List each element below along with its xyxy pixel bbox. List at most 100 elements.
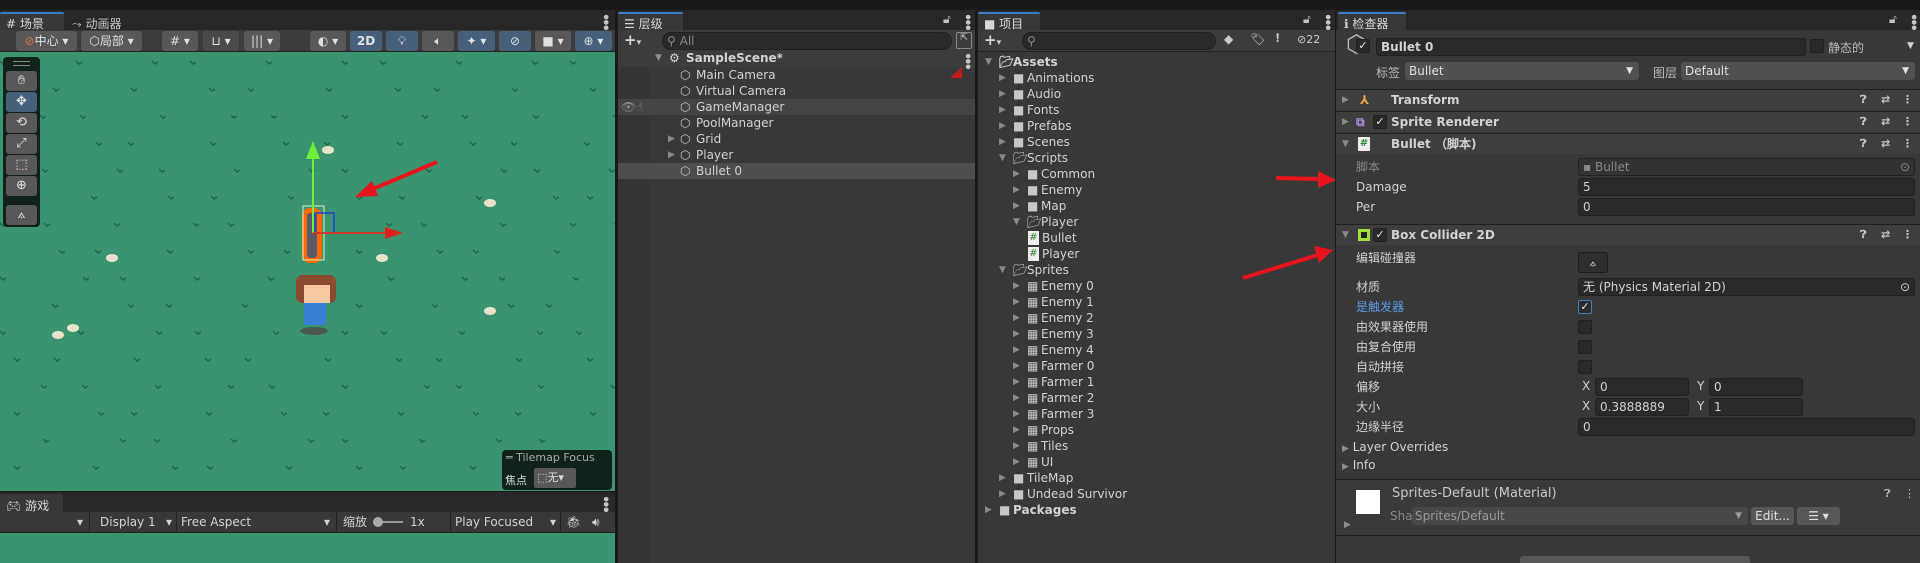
project-item[interactable]: ▶ ▦ Enemy 4 bbox=[978, 342, 1335, 358]
component-menu-icon[interactable]: ⋮ bbox=[1902, 225, 1913, 245]
expand-arrow-icon[interactable]: ▶ bbox=[1013, 342, 1020, 358]
filter-type-button[interactable]: ◆ bbox=[1224, 32, 1233, 46]
help-icon[interactable]: ❓︎ bbox=[1884, 487, 1891, 501]
expand-arrow-icon[interactable]: ▶ bbox=[1013, 390, 1020, 406]
hierarchy-item[interactable]: ▶ ⬡ Player bbox=[618, 147, 975, 163]
object-picker-icon[interactable]: ⊙ bbox=[1900, 279, 1910, 295]
project-item[interactable]: ▼ 📂︎ Scripts bbox=[978, 150, 1335, 166]
expand-arrow-icon[interactable]: ▶ bbox=[1013, 374, 1020, 390]
scale-tool-button[interactable]: ⤢ bbox=[6, 134, 37, 154]
size-x-field[interactable]: 0.3888889 bbox=[1595, 398, 1689, 416]
pickable-hand-icon[interactable]: ☝︎ bbox=[636, 99, 643, 115]
project-item[interactable]: ▶ ▦ Farmer 0 bbox=[978, 358, 1335, 374]
game-view-dropdown[interactable]: ▾ bbox=[0, 512, 90, 532]
tab-inspector[interactable]: ℹ 检查器 bbox=[1338, 12, 1406, 31]
collapse-arrow-icon[interactable]: ▼ bbox=[1013, 214, 1020, 230]
hierarchy-search[interactable]: ⚲ All bbox=[662, 32, 952, 50]
scale-slider[interactable] bbox=[373, 517, 403, 527]
display-dropdown[interactable]: Display 1 ▾ bbox=[91, 512, 177, 532]
tab-scene[interactable]: # 场景 bbox=[0, 12, 64, 31]
create-button[interactable]: +▾ bbox=[624, 31, 641, 49]
tab-project[interactable]: ■ 项目 bbox=[978, 12, 1040, 31]
bullet-script-header[interactable]: ▼ # Bullet （脚本) ❓︎ ⇄ ⋮ bbox=[1336, 133, 1920, 154]
project-search[interactable]: ⚲ bbox=[1022, 32, 1216, 50]
object-name-field[interactable]: Bullet 0 bbox=[1376, 38, 1806, 56]
material-menu-icon[interactable]: ⋮ bbox=[1904, 487, 1915, 500]
drag-handle-icon[interactable]: ═ bbox=[506, 451, 513, 464]
edge-radius-field[interactable]: 0 bbox=[1578, 418, 1915, 436]
collapse-arrow-icon[interactable]: ▼ bbox=[999, 262, 1006, 278]
filter-label-button[interactable]: 🏷︎ bbox=[1250, 32, 1265, 46]
2d-toggle[interactable]: 2D bbox=[350, 31, 382, 51]
filter-log-button[interactable]: ❗︎ bbox=[1276, 31, 1279, 46]
offset-x-field[interactable]: 0 bbox=[1595, 378, 1689, 396]
hidden-packages-button[interactable]: ⊘22 bbox=[1297, 33, 1320, 46]
expand-arrow-icon[interactable]: ▶ bbox=[1013, 358, 1020, 374]
help-icon[interactable]: ❓︎ bbox=[1860, 225, 1867, 245]
project-item[interactable]: ▶ ■ Audio bbox=[978, 86, 1335, 102]
project-item[interactable]: ▶ ▦ UI bbox=[978, 454, 1335, 470]
presets-icon[interactable]: ⇄ bbox=[1881, 112, 1890, 132]
hierarchy-item[interactable]: ⬡ Bullet 0 bbox=[618, 163, 975, 179]
transform-tool-button[interactable]: ⊕ bbox=[6, 176, 37, 196]
draw-mode-button[interactable]: ◐ ▾ bbox=[310, 31, 346, 51]
expand-arrow-icon[interactable]: ▶ bbox=[668, 131, 675, 147]
lock-icon[interactable]: 🔓︎ bbox=[1303, 12, 1311, 27]
expand-arrow-icon[interactable]: ▶ bbox=[1013, 310, 1020, 326]
expand-arrow-icon[interactable]: ▶ bbox=[668, 147, 675, 163]
expand-arrow-icon[interactable]: ▶ bbox=[1013, 406, 1020, 422]
project-item[interactable]: ▶ ■ Prefabs bbox=[978, 118, 1335, 134]
project-item[interactable]: ▶ ■ TileMap bbox=[978, 470, 1335, 486]
project-item[interactable]: ▶ ■ Packages bbox=[978, 502, 1335, 518]
rotate-tool-button[interactable]: ⟲ bbox=[6, 113, 37, 133]
grid-snapping-button[interactable]: ⊔ ▾ bbox=[203, 31, 239, 51]
game-menu-icon[interactable]: ••• bbox=[597, 495, 612, 511]
offset-y-field[interactable]: 0 bbox=[1709, 378, 1803, 396]
edit-collider-button[interactable]: ⟑ bbox=[1578, 252, 1608, 273]
scene-menu-icon[interactable]: ••• bbox=[597, 13, 612, 29]
expand-arrow-icon[interactable]: ▶ bbox=[999, 102, 1006, 118]
project-item[interactable]: # Player bbox=[978, 246, 1335, 262]
audio-icon[interactable]: 🔊︎ bbox=[592, 512, 600, 532]
auto-tiling-checkbox[interactable] bbox=[1578, 360, 1592, 374]
aspect-dropdown[interactable]: Free Aspect ▾ bbox=[178, 512, 337, 532]
space-dropdown[interactable]: ⬡局部 ▾ bbox=[81, 31, 142, 51]
collapse-arrow-icon[interactable]: ▼ bbox=[985, 54, 992, 70]
box-collider-enabled-checkbox[interactable]: ✓ bbox=[1373, 228, 1387, 242]
component-menu-icon[interactable]: ⋮ bbox=[1902, 90, 1913, 110]
sprite-renderer-enabled-checkbox[interactable]: ✓ bbox=[1373, 115, 1387, 129]
transform-header[interactable]: ▶ ⅄ Transform ❓︎ ⇄ ⋮ bbox=[1336, 89, 1920, 110]
static-dropdown-icon[interactable]: ▼ bbox=[1907, 41, 1914, 51]
increment-snap-button[interactable]: ||| ▾ bbox=[244, 31, 280, 51]
shader-options-dropdown[interactable]: ☰ ▾ bbox=[1797, 507, 1840, 525]
lighting-toggle[interactable]: 💡︎ bbox=[386, 31, 418, 51]
project-item[interactable]: ▶ ▦ Enemy 2 bbox=[978, 310, 1335, 326]
expand-arrow-icon[interactable]: ▶ bbox=[1013, 438, 1020, 454]
per-field[interactable]: 0 bbox=[1578, 198, 1915, 216]
project-item[interactable]: ▼ 📂︎ Sprites bbox=[978, 262, 1335, 278]
debug-bug-icon[interactable]: 🐞︎ bbox=[566, 512, 581, 532]
visibility-toggle[interactable]: ⊘ bbox=[499, 31, 531, 51]
search-scene-button[interactable]: ⇱ bbox=[956, 32, 972, 49]
presets-icon[interactable]: ⇄ bbox=[1881, 134, 1890, 154]
shader-edit-button[interactable]: Edit... bbox=[1751, 507, 1794, 525]
project-item[interactable]: ▶ ▦ Enemy 0 bbox=[978, 278, 1335, 294]
used-by-effector-checkbox[interactable] bbox=[1578, 320, 1592, 334]
project-menu-icon[interactable]: ••• bbox=[1319, 13, 1334, 29]
project-item[interactable]: ▶ ■ Map bbox=[978, 198, 1335, 214]
project-item[interactable]: ▶ ■ Undead Survivor bbox=[978, 486, 1335, 502]
is-trigger-checkbox[interactable]: ✓ bbox=[1578, 300, 1592, 314]
palette-drag-handle[interactable] bbox=[13, 61, 30, 66]
play-mode-dropdown[interactable]: Play Focused ▾ bbox=[450, 512, 561, 532]
expand-arrow-icon[interactable]: ▶ bbox=[1013, 278, 1020, 294]
project-item[interactable]: # Bullet bbox=[978, 230, 1335, 246]
expand-arrow-icon[interactable]: ▶ bbox=[1013, 422, 1020, 438]
tab-hierarchy[interactable]: ☰ 层级 bbox=[618, 12, 683, 31]
effects-toggle[interactable]: ✦ ▾ bbox=[458, 31, 495, 51]
expand-arrow-icon[interactable]: ▶ bbox=[1013, 454, 1020, 470]
object-picker-icon[interactable]: ⊙ bbox=[1900, 159, 1910, 175]
project-item[interactable]: ▶ ▦ Tiles bbox=[978, 438, 1335, 454]
edit-collider-tool-button[interactable]: ⟑ bbox=[6, 205, 37, 225]
layer-dropdown[interactable]: Default ▼ bbox=[1681, 62, 1915, 80]
rect-tool-button[interactable]: ⬚ bbox=[6, 155, 37, 175]
